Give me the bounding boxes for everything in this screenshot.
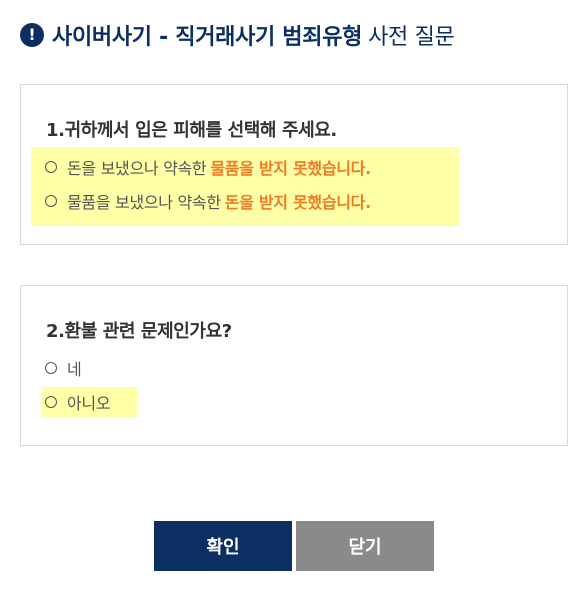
info-icon: ! xyxy=(20,23,44,47)
page: ! 사이버사기 - 직거래사기 범죄유형 사전 질문 1.귀하께서 입은 피해를 … xyxy=(0,0,579,602)
close-button[interactable]: 닫기 xyxy=(296,521,434,571)
title-main: 사이버사기 - 직거래사기 범죄유형 xyxy=(52,25,363,50)
page-title: 사이버사기 - 직거래사기 범죄유형 사전 질문 xyxy=(52,19,455,51)
option-text: 네 xyxy=(67,360,82,379)
title-suffix: 사전 질문 xyxy=(368,25,455,50)
radio-icon[interactable] xyxy=(45,362,57,374)
option-yes[interactable]: 네 xyxy=(45,356,82,380)
option-no[interactable]: 아니오 xyxy=(45,390,111,414)
option-money-sent[interactable]: 돈을 보냈으나 약속한 물품을 받지 못했습니다. xyxy=(45,155,371,179)
option-text: 아니오 xyxy=(67,394,111,413)
question-card-1: 1.귀하께서 입은 피해를 선택해 주세요. 돈을 보냈으나 약속한 물품을 받지… xyxy=(20,84,568,245)
option-item-sent[interactable]: 물품을 보냈으나 약속한 돈을 받지 못했습니다. xyxy=(45,189,371,213)
radio-icon[interactable] xyxy=(45,161,57,173)
option-text: 돈을 보냈으나 약속한 물품을 받지 못했습니다. xyxy=(67,155,371,179)
title-row: ! 사이버사기 - 직거래사기 범죄유형 사전 질문 xyxy=(20,20,455,50)
confirm-button[interactable]: 확인 xyxy=(154,521,292,571)
radio-icon[interactable] xyxy=(45,396,57,408)
option-text: 물품을 보냈으나 약속한 돈을 받지 못했습니다. xyxy=(67,189,371,213)
option-plain-text: 돈을 보냈으나 약속한 xyxy=(67,159,207,178)
option-emphasis-text: 돈을 받지 못했습니다. xyxy=(224,193,371,212)
radio-icon[interactable] xyxy=(45,195,57,207)
option-emphasis-text: 물품을 받지 못했습니다. xyxy=(210,159,371,178)
button-row: 확인 닫기 xyxy=(154,521,434,571)
option-plain-text: 물품을 보냈으나 약속한 xyxy=(67,193,221,212)
question-title-1: 1.귀하께서 입은 피해를 선택해 주세요. xyxy=(46,120,337,141)
question-title-2: 2.환불 관련 문제인가요? xyxy=(46,321,232,342)
question-card-2: 2.환불 관련 문제인가요? 네 아니오 xyxy=(20,285,568,446)
